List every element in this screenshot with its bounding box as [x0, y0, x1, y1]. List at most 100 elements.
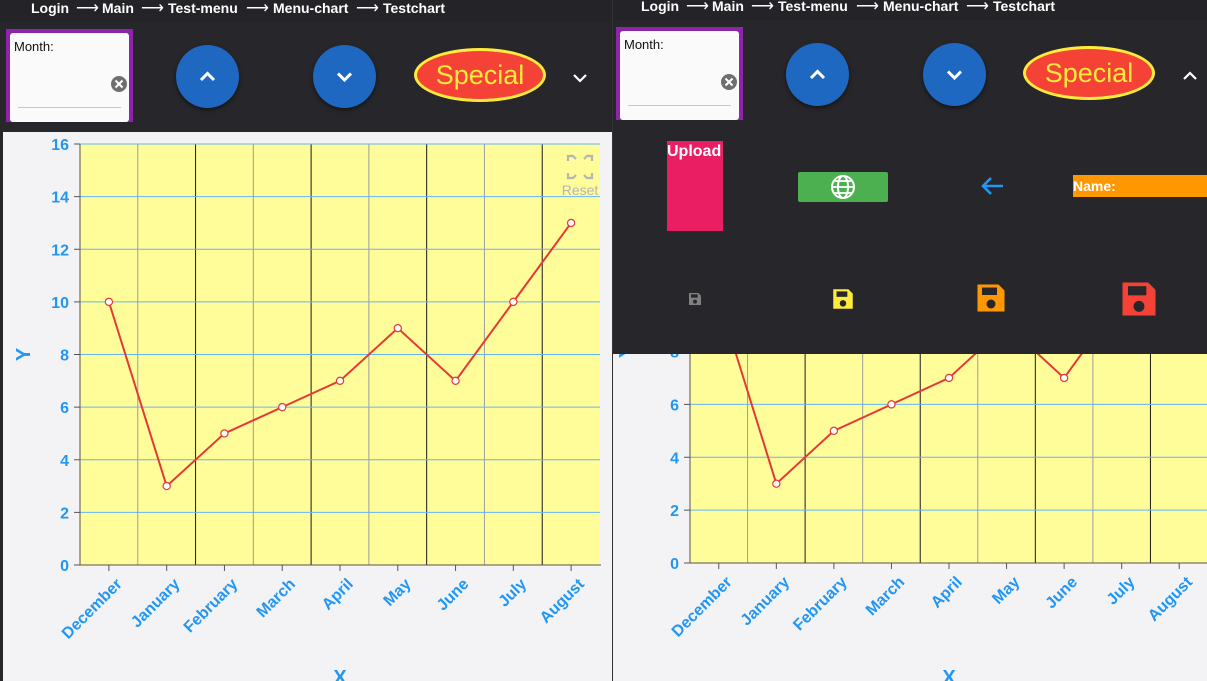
save-icon-large[interactable]: [973, 280, 1009, 316]
x-axis-label: X: [333, 667, 347, 681]
breadcrumb-separator: ⟶: [751, 0, 774, 15]
data-point: [162, 481, 171, 491]
clear-icon[interactable]: [110, 75, 128, 93]
x-axis-label: X: [942, 667, 956, 681]
y-tick-label: 12: [51, 242, 69, 259]
y-tick-label: 6: [670, 397, 679, 414]
data-point: [451, 376, 460, 386]
chevron-up-icon: [809, 69, 826, 80]
month-field[interactable]: Month:: [10, 33, 129, 122]
month-field-frame: Month:: [616, 27, 743, 120]
globe-icon: [831, 175, 855, 199]
y-tick-label: 2: [60, 505, 69, 522]
scroll-down-button[interactable]: [313, 45, 376, 108]
y-tick-label: 0: [60, 558, 69, 575]
y-tick-label: 6: [60, 400, 69, 417]
app-panel-right: Login ⟶ Main ⟶ Test-menu ⟶ Menu-chart ⟶ …: [612, 0, 1207, 681]
save-icon-medium[interactable]: [830, 286, 856, 312]
data-point: [887, 400, 896, 409]
breadcrumb-test-menu[interactable]: Test-menu: [778, 0, 848, 14]
x-tick-label: January: [128, 576, 183, 631]
x-tick-label: August: [1145, 573, 1196, 624]
data-point: [393, 323, 402, 333]
x-tick-label: August: [537, 575, 588, 626]
scroll-up-button[interactable]: [786, 43, 849, 106]
breadcrumb-separator: ⟶: [141, 0, 164, 17]
expand-menu-icon[interactable]: [572, 72, 588, 84]
chevron-down-icon: [946, 70, 963, 81]
breadcrumb-testchart[interactable]: Testchart: [383, 0, 445, 16]
x-tick-label: May: [989, 574, 1023, 608]
breadcrumb-separator: ⟶: [856, 0, 879, 15]
data-point: [278, 402, 287, 412]
app-panel-left: Login ⟶ Main ⟶ Test-menu ⟶ Menu-chart ⟶ …: [0, 0, 612, 681]
breadcrumb-separator: ⟶: [686, 0, 709, 15]
save-icon-small[interactable]: [687, 291, 703, 307]
upload-button[interactable]: Upload: [667, 141, 723, 231]
month-underline: [18, 107, 121, 108]
breadcrumb-main[interactable]: Main: [712, 0, 744, 14]
special-button[interactable]: Special: [414, 48, 546, 102]
x-tick-label: February: [181, 576, 242, 637]
y-tick-label: 4: [60, 453, 69, 470]
reset-zoom-button[interactable]: Reset: [562, 182, 599, 198]
month-field[interactable]: Month:: [620, 31, 739, 120]
chevron-up-icon: [199, 71, 216, 82]
y-tick-label: 8: [60, 348, 69, 365]
y-axis-label: Y: [13, 347, 35, 361]
toolbar: Month: Special: [613, 20, 1207, 130]
data-point: [509, 297, 518, 307]
name-field[interactable]: Name:: [1073, 175, 1207, 197]
breadcrumb-menu-chart[interactable]: Menu-chart: [883, 0, 958, 14]
y-tick-label: 14: [51, 190, 69, 207]
breadcrumb: Login ⟶ Main ⟶ Test-menu ⟶ Menu-chart ⟶ …: [0, 0, 612, 22]
data-point: [104, 297, 114, 307]
special-button[interactable]: Special: [1023, 46, 1155, 100]
breadcrumb-test-menu[interactable]: Test-menu: [168, 0, 238, 16]
data-point: [566, 218, 576, 228]
breadcrumb-separator: ⟶: [966, 0, 989, 15]
x-tick-label: December: [59, 576, 126, 643]
toolbar: Month: Special: [0, 22, 612, 132]
x-tick-label: June: [434, 576, 472, 614]
month-underline: [628, 105, 731, 106]
x-tick-label: April: [319, 576, 357, 614]
upload-label: Upload: [667, 143, 722, 160]
y-tick-label: 4: [670, 450, 679, 467]
scroll-down-button[interactable]: [923, 43, 986, 106]
x-tick-label: March: [863, 574, 908, 619]
data-point: [220, 429, 229, 438]
data-point: [772, 479, 781, 488]
y-tick-label: 16: [51, 137, 69, 154]
breadcrumb-testchart[interactable]: Testchart: [993, 0, 1055, 14]
breadcrumb-separator: ⟶: [76, 0, 99, 17]
breadcrumb-login[interactable]: Login: [31, 0, 69, 16]
data-point: [335, 376, 345, 386]
scroll-up-button[interactable]: [176, 45, 239, 108]
breadcrumb-login[interactable]: Login: [641, 0, 679, 14]
x-tick-label: February: [790, 574, 851, 635]
clear-icon[interactable]: [720, 73, 738, 91]
save-icon-xlarge[interactable]: [1117, 277, 1161, 321]
breadcrumb-separator: ⟶: [356, 0, 379, 17]
data-point: [944, 373, 954, 383]
breadcrumb: Login ⟶ Main ⟶ Test-menu ⟶ Menu-chart ⟶ …: [613, 0, 1207, 20]
line-chart[interactable]: 0 2 4 6 8 10 12 14 16 DecemberJanuaryFebruary Marc…: [0, 132, 612, 681]
breadcrumb-separator: ⟶: [246, 0, 269, 17]
arrow-left-icon[interactable]: [979, 175, 1005, 197]
x-tick-label: July: [496, 576, 531, 611]
web-button[interactable]: [798, 172, 888, 202]
x-tick-label: January: [738, 574, 793, 629]
y-tick-label: 0: [670, 556, 679, 573]
collapse-menu-icon[interactable]: [1182, 70, 1198, 82]
name-label: Name:: [1073, 178, 1116, 194]
y-tick-label: 10: [51, 295, 69, 312]
breadcrumb-menu-chart[interactable]: Menu-chart: [273, 0, 348, 16]
chevron-down-icon: [336, 72, 353, 83]
x-tick-label: April: [928, 574, 966, 612]
x-tick-label: March: [254, 576, 299, 621]
month-label: Month:: [14, 39, 54, 54]
x-tick-label: July: [1104, 574, 1139, 609]
breadcrumb-main[interactable]: Main: [102, 0, 134, 16]
data-point: [829, 426, 839, 436]
